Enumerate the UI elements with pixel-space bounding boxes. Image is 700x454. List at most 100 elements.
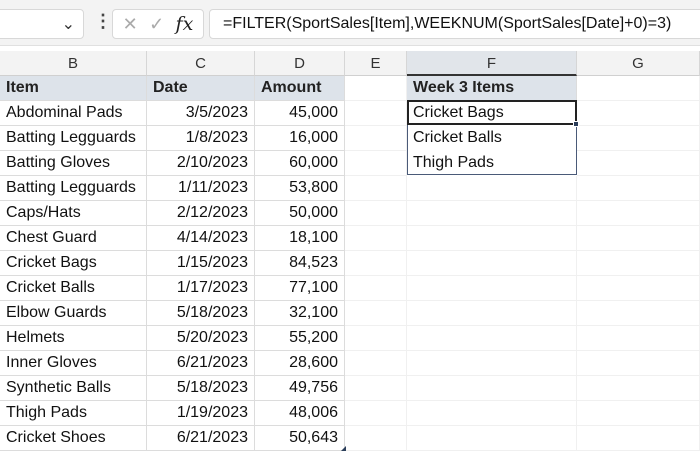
table-cell[interactable]: 3/5/2023: [147, 101, 255, 126]
empty-cell[interactable]: [345, 226, 407, 251]
empty-cell[interactable]: [577, 251, 700, 276]
column-header-g[interactable]: G: [577, 51, 700, 76]
fill-handle[interactable]: [573, 121, 579, 127]
table-cell[interactable]: 50,000: [255, 201, 345, 226]
table-cell[interactable]: 1/17/2023: [147, 276, 255, 301]
enter-icon[interactable]: ✓: [149, 14, 164, 35]
table-cell[interactable]: 53,800: [255, 176, 345, 201]
empty-cell[interactable]: [577, 326, 700, 351]
table-cell[interactable]: Elbow Guards: [0, 301, 147, 326]
column-header-d[interactable]: D: [255, 51, 345, 76]
insert-function-icon[interactable]: fx: [176, 13, 194, 35]
empty-cell[interactable]: [345, 326, 407, 351]
empty-cell[interactable]: [407, 326, 577, 351]
empty-cell[interactable]: [577, 76, 700, 101]
table-cell[interactable]: Batting Legguards: [0, 126, 147, 151]
name-box[interactable]: ⌄: [0, 9, 84, 39]
cancel-icon[interactable]: ✕: [123, 14, 138, 35]
table-cell[interactable]: 55,200: [255, 326, 345, 351]
table-cell[interactable]: 2/10/2023: [147, 151, 255, 176]
empty-cell[interactable]: [577, 376, 700, 401]
table-cell[interactable]: 5/18/2023: [147, 301, 255, 326]
table-cell[interactable]: 18,100: [255, 226, 345, 251]
empty-cell[interactable]: [577, 101, 700, 126]
empty-cell[interactable]: [345, 151, 407, 176]
table-cell[interactable]: Batting Legguards: [0, 176, 147, 201]
column-header-c[interactable]: C: [147, 51, 255, 76]
table-cell[interactable]: 45,000: [255, 101, 345, 126]
table-cell[interactable]: 49,756: [255, 376, 345, 401]
empty-cell[interactable]: [407, 301, 577, 326]
empty-cell[interactable]: [345, 201, 407, 226]
table-cell[interactable]: 28,600: [255, 351, 345, 376]
empty-cell[interactable]: [577, 201, 700, 226]
more-options-icon[interactable]: ⋮: [94, 11, 112, 32]
table-resize-handle[interactable]: [341, 446, 346, 451]
table-header-cell[interactable]: Item: [0, 76, 147, 101]
empty-cell[interactable]: [345, 276, 407, 301]
empty-cell[interactable]: [345, 351, 407, 376]
column-header-e[interactable]: E: [345, 51, 407, 76]
formula-input[interactable]: =FILTER(SportSales[Item],WEEKNUM(SportSa…: [209, 9, 700, 39]
table-cell[interactable]: 1/11/2023: [147, 176, 255, 201]
table-cell[interactable]: 6/21/2023: [147, 351, 255, 376]
table-cell[interactable]: 4/14/2023: [147, 226, 255, 251]
table-cell[interactable]: Synthetic Balls: [0, 376, 147, 401]
empty-cell[interactable]: [577, 276, 700, 301]
table-cell[interactable]: 48,006: [255, 401, 345, 426]
table-cell[interactable]: 16,000: [255, 126, 345, 151]
empty-cell[interactable]: [345, 301, 407, 326]
empty-cell[interactable]: [345, 101, 407, 126]
chevron-down-icon[interactable]: ⌄: [62, 14, 75, 34]
table-cell[interactable]: Cricket Shoes: [0, 426, 147, 451]
table-cell[interactable]: 84,523: [255, 251, 345, 276]
empty-cell[interactable]: [577, 301, 700, 326]
table-cell[interactable]: Cricket Bags: [0, 251, 147, 276]
table-cell[interactable]: 77,100: [255, 276, 345, 301]
empty-cell[interactable]: [345, 251, 407, 276]
empty-cell[interactable]: [345, 176, 407, 201]
empty-cell[interactable]: [345, 76, 407, 101]
empty-cell[interactable]: [577, 401, 700, 426]
table-cell[interactable]: 1/8/2023: [147, 126, 255, 151]
empty-cell[interactable]: [407, 426, 577, 451]
table-cell[interactable]: 50,643: [255, 426, 345, 451]
table-cell[interactable]: 1/15/2023: [147, 251, 255, 276]
empty-cell[interactable]: [345, 376, 407, 401]
empty-cell[interactable]: [577, 151, 700, 176]
empty-cell[interactable]: [407, 251, 577, 276]
empty-cell[interactable]: [345, 426, 407, 451]
empty-cell[interactable]: [407, 401, 577, 426]
empty-cell[interactable]: [345, 126, 407, 151]
empty-cell[interactable]: [407, 176, 577, 201]
empty-cell[interactable]: [577, 126, 700, 151]
column-header-f[interactable]: F: [407, 51, 577, 76]
table-cell[interactable]: Abdominal Pads: [0, 101, 147, 126]
table-cell[interactable]: 32,100: [255, 301, 345, 326]
empty-cell[interactable]: [407, 376, 577, 401]
column-header-b[interactable]: B: [0, 51, 147, 76]
table-cell[interactable]: Batting Gloves: [0, 151, 147, 176]
empty-cell[interactable]: [577, 176, 700, 201]
empty-cell[interactable]: [407, 201, 577, 226]
result-header-cell[interactable]: Week 3 Items: [407, 76, 577, 101]
table-cell[interactable]: 5/18/2023: [147, 376, 255, 401]
empty-cell[interactable]: [407, 351, 577, 376]
table-cell[interactable]: 1/19/2023: [147, 401, 255, 426]
table-header-cell[interactable]: Date: [147, 76, 255, 101]
table-cell[interactable]: Thigh Pads: [0, 401, 147, 426]
empty-cell[interactable]: [407, 226, 577, 251]
table-cell[interactable]: 6/21/2023: [147, 426, 255, 451]
table-header-cell[interactable]: Amount: [255, 76, 345, 101]
table-cell[interactable]: 60,000: [255, 151, 345, 176]
table-cell[interactable]: Chest Guard: [0, 226, 147, 251]
table-cell[interactable]: Caps/Hats: [0, 201, 147, 226]
table-cell[interactable]: 5/20/2023: [147, 326, 255, 351]
table-cell[interactable]: Cricket Balls: [0, 276, 147, 301]
empty-cell[interactable]: [345, 401, 407, 426]
empty-cell[interactable]: [407, 276, 577, 301]
empty-cell[interactable]: [577, 351, 700, 376]
empty-cell[interactable]: [577, 226, 700, 251]
table-cell[interactable]: 2/12/2023: [147, 201, 255, 226]
empty-cell[interactable]: [577, 426, 700, 451]
